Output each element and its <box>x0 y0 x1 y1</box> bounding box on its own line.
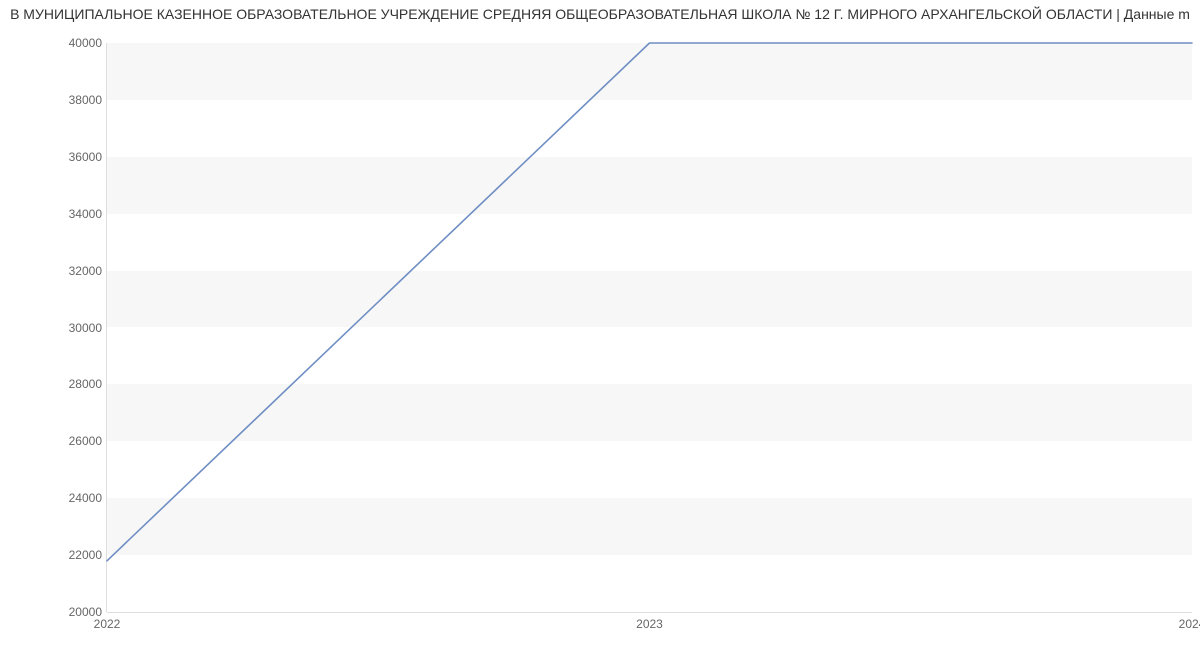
y-tick-label: 30000 <box>12 321 102 335</box>
x-tick-label: 2023 <box>636 617 663 631</box>
x-tick-label: 2022 <box>94 617 121 631</box>
y-tick-label: 24000 <box>12 491 102 505</box>
y-tick-label: 32000 <box>12 264 102 278</box>
data-line <box>107 43 1192 612</box>
x-tick-label: 2024 <box>1179 617 1200 631</box>
chart-container: В МУНИЦИПАЛЬНОЕ КАЗЕННОЕ ОБРАЗОВАТЕЛЬНОЕ… <box>0 0 1200 650</box>
y-tick-label: 38000 <box>12 93 102 107</box>
chart-title: В МУНИЦИПАЛЬНОЕ КАЗЕННОЕ ОБРАЗОВАТЕЛЬНОЕ… <box>0 6 1200 22</box>
y-tick-label: 34000 <box>12 207 102 221</box>
y-tick-label: 26000 <box>12 434 102 448</box>
y-tick-label: 22000 <box>12 548 102 562</box>
y-tick-label: 40000 <box>12 36 102 50</box>
y-tick-label: 28000 <box>12 377 102 391</box>
y-tick-label: 20000 <box>12 605 102 619</box>
y-tick-label: 36000 <box>12 150 102 164</box>
